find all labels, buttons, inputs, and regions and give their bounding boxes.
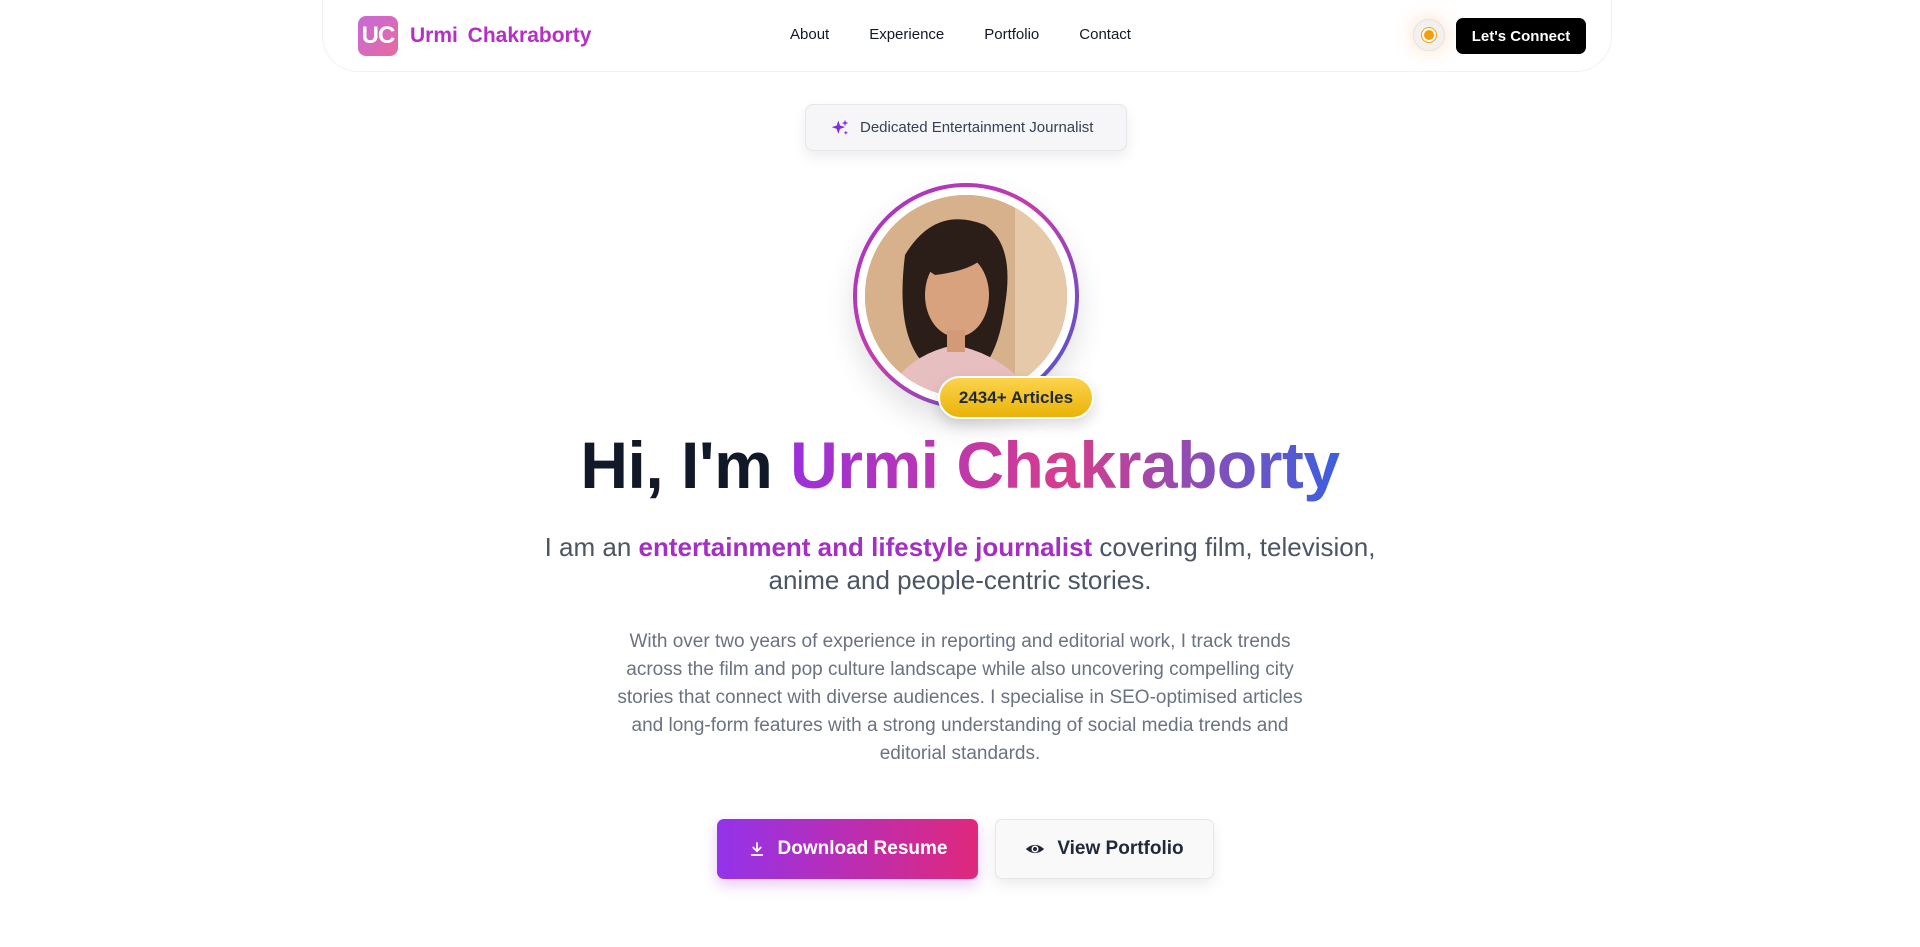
- lets-connect-button[interactable]: Let's Connect: [1456, 18, 1586, 54]
- sun-icon: [1424, 30, 1434, 40]
- logo-badge: UC: [358, 16, 398, 56]
- articles-count-badge: 2434+ Articles: [938, 376, 1094, 419]
- role-badge: Dedicated Entertainment Journalist: [805, 104, 1127, 151]
- profile-photo-illustration: [865, 195, 1067, 397]
- nav-links: About Experience Portfolio Contact: [790, 26, 1171, 43]
- brand-name: Urmi Chakraborty: [410, 24, 592, 47]
- heading-name: Urmi Chakraborty: [790, 428, 1340, 502]
- eye-icon: [1025, 839, 1045, 859]
- tagline-prefix: I am an: [544, 532, 632, 562]
- logo[interactable]: UC Urmi Chakraborty: [358, 16, 591, 56]
- hero-tagline: I am an entertainment and lifestyle jour…: [540, 531, 1380, 597]
- sparkles-icon: [831, 119, 849, 135]
- theme-toggle-button[interactable]: [1413, 19, 1445, 51]
- tagline-highlight: entertainment and lifestyle journalist: [638, 532, 1093, 562]
- download-icon: [748, 840, 766, 858]
- top-navbar: UC Urmi Chakraborty About Experience Por…: [322, 0, 1612, 72]
- nav-link-contact[interactable]: Contact: [1079, 26, 1131, 43]
- nav-link-portfolio[interactable]: Portfolio: [984, 26, 1039, 43]
- profile-photo: [865, 195, 1067, 397]
- heading-prefix: Hi, I'm: [580, 428, 773, 502]
- download-resume-label: Download Resume: [777, 838, 948, 859]
- nav-link-experience[interactable]: Experience: [869, 26, 944, 43]
- role-badge-text: Dedicated Entertainment Journalist: [860, 119, 1094, 136]
- view-portfolio-button[interactable]: View Portfolio: [995, 819, 1214, 879]
- view-portfolio-label: View Portfolio: [1057, 838, 1184, 859]
- nav-link-about[interactable]: About: [790, 26, 829, 43]
- hero-heading: Hi, I'm Urmi Chakraborty: [0, 427, 1920, 503]
- download-resume-button[interactable]: Download Resume: [717, 819, 978, 879]
- hero-description: With over two years of experience in rep…: [617, 631, 1303, 764]
